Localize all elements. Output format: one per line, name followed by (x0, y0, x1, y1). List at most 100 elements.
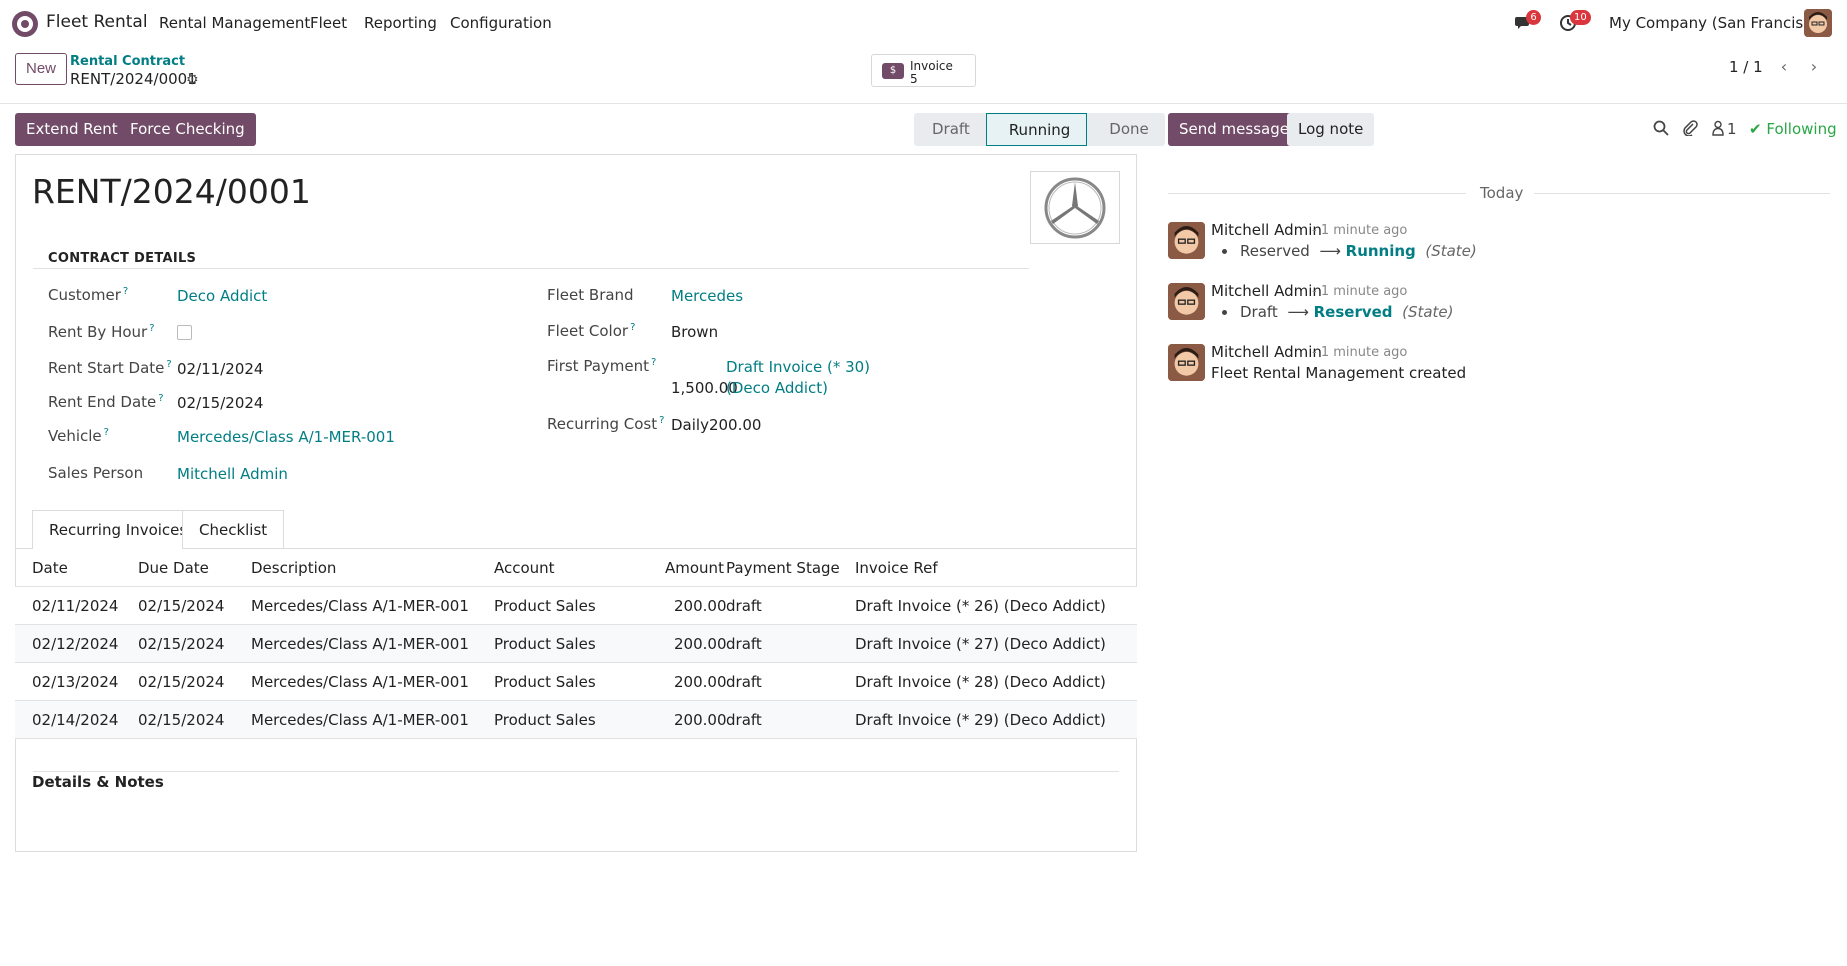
today-divider-left (1168, 193, 1466, 194)
invoice-smart-button[interactable]: $ Invoice 5 (871, 54, 976, 87)
message-time: - 1 minute ago (1312, 223, 1408, 238)
cell-due-date: 02/15/2024 (138, 711, 225, 729)
menu-fleet[interactable]: Fleet (310, 14, 347, 32)
recurring-cost-value[interactable]: Daily200.00 (671, 416, 761, 434)
fleet-rental-logo-icon[interactable] (12, 11, 38, 37)
vehicle-value[interactable]: Mercedes/Class A/1-MER-001 (177, 428, 395, 446)
recurring-cost-label: Recurring Cost? (547, 415, 665, 433)
message-author[interactable]: Mitchell Admin (1211, 343, 1322, 361)
pager-next-icon[interactable]: › (1800, 54, 1828, 80)
sales-person-value[interactable]: Mitchell Admin (177, 465, 288, 483)
menu-rental-management[interactable]: Rental Management (159, 14, 310, 32)
col-date[interactable]: Date (32, 559, 68, 577)
rent-by-hour-label: Rent By Hour? (48, 323, 155, 341)
cell-amount: 200.00 (674, 597, 727, 615)
gear-icon[interactable]: ⚙ (186, 72, 199, 88)
person-icon[interactable] (1712, 120, 1724, 136)
avatar[interactable] (1168, 283, 1205, 320)
col-due-date[interactable]: Due Date (138, 559, 209, 577)
fleet-color-value[interactable]: Brown (671, 323, 718, 341)
cell-account: Product Sales (494, 597, 596, 615)
log-note-button[interactable]: Log note (1287, 113, 1375, 146)
avatar[interactable] (1168, 222, 1205, 259)
smart-button-count: 5 (910, 72, 918, 86)
customer-label: Customer? (48, 286, 129, 304)
sales-person-label: Sales Person (48, 464, 144, 482)
cell-due-date: 02/15/2024 (138, 635, 225, 653)
col-invoice-ref[interactable]: Invoice Ref (855, 559, 938, 577)
first-payment-partner[interactable]: (Deco Addict) (726, 379, 828, 397)
cell-date: 02/13/2024 (32, 673, 119, 691)
following-button[interactable]: ✔ Following (1749, 120, 1837, 138)
fleet-brand-value[interactable]: Mercedes (671, 287, 743, 305)
message-time: - 1 minute ago (1312, 345, 1408, 360)
customer-value[interactable]: Deco Addict (177, 287, 267, 305)
search-icon[interactable] (1653, 120, 1669, 136)
smart-button-label: Invoice (910, 59, 953, 73)
follower-count[interactable]: 1 (1727, 120, 1737, 138)
first-payment-invoice[interactable]: Draft Invoice (* 30) (726, 358, 870, 376)
cell-date: 02/14/2024 (32, 711, 119, 729)
cell-due-date: 02/15/2024 (138, 673, 225, 691)
rent-by-hour-checkbox[interactable] (177, 325, 192, 340)
message-time: - 1 minute ago (1312, 284, 1408, 299)
pager-prev-icon[interactable]: ‹ (1770, 54, 1798, 80)
stage-running[interactable]: Running (985, 113, 1088, 146)
col-account[interactable]: Account (494, 559, 555, 577)
control-panel: New Rental Contract RENT/2024/0001 ⚙ $ I… (0, 46, 1847, 104)
new-button[interactable]: New (15, 53, 68, 85)
rent-start-value[interactable]: 02/11/2024 (177, 360, 263, 378)
breadcrumb-parent[interactable]: Rental Contract (70, 54, 185, 69)
cell-amount: 200.00 (674, 673, 727, 691)
check-icon: ✔ (1749, 120, 1762, 138)
details-notes-title: Details & Notes (32, 773, 164, 791)
table-bottom-border (15, 738, 1137, 739)
rent-end-value[interactable]: 02/15/2024 (177, 394, 263, 412)
force-checking-button[interactable]: Force Checking (119, 113, 256, 146)
cell-description: Mercedes/Class A/1-MER-001 (251, 597, 469, 615)
app-name[interactable]: Fleet Rental (46, 12, 148, 32)
message-author[interactable]: Mitchell Admin (1211, 221, 1322, 239)
table-row[interactable]: 02/13/2024 02/15/2024 Mercedes/Class A/1… (15, 662, 1137, 700)
activities-badge: 10 (1570, 10, 1591, 25)
table-row[interactable]: 02/14/2024 02/15/2024 Mercedes/Class A/1… (15, 700, 1137, 738)
menu-reporting[interactable]: Reporting (364, 14, 437, 32)
user-avatar[interactable] (1804, 9, 1832, 37)
paperclip-icon[interactable] (1682, 120, 1698, 136)
today-separator: Today (1480, 184, 1524, 202)
cell-account: Product Sales (494, 711, 596, 729)
stage-done[interactable]: Done (1087, 113, 1165, 146)
company-switcher[interactable]: My Company (San Francisco) (1609, 14, 1826, 32)
stage-draft[interactable]: Draft (914, 113, 986, 146)
col-amount[interactable]: Amount (665, 559, 724, 577)
col-payment-stage[interactable]: Payment Stage (726, 559, 840, 577)
record-title: RENT/2024/0001 (32, 172, 311, 211)
tab-recurring-invoices[interactable]: Recurring Invoices (32, 510, 205, 549)
cell-payment-stage: draft (726, 711, 762, 729)
brand-image[interactable] (1030, 171, 1120, 244)
cell-due-date: 02/15/2024 (138, 597, 225, 615)
mercedes-star-icon (1044, 177, 1106, 239)
cell-description: Mercedes/Class A/1-MER-001 (251, 673, 469, 691)
cell-date: 02/12/2024 (32, 635, 119, 653)
extend-rent-button[interactable]: Extend Rent (15, 113, 129, 146)
tab-checklist[interactable]: Checklist (182, 510, 285, 549)
today-divider-right (1534, 193, 1830, 194)
group-divider (33, 268, 1029, 269)
avatar[interactable] (1168, 344, 1205, 381)
col-description[interactable]: Description (251, 559, 336, 577)
menu-configuration[interactable]: Configuration (450, 14, 552, 32)
table-row[interactable]: 02/12/2024 02/15/2024 Mercedes/Class A/1… (15, 624, 1137, 662)
bullet-icon (1222, 249, 1227, 254)
tracking-line: Draft ⟶ Reserved (State) (1240, 303, 1454, 321)
rent-start-label: Rent Start Date? (48, 359, 172, 377)
group-title-contract-details: CONTRACT DETAILS (48, 251, 197, 266)
cell-description: Mercedes/Class A/1-MER-001 (251, 635, 469, 653)
status-bar: Draft Running Done (914, 113, 1165, 146)
message-body: Fleet Rental Management created (1211, 364, 1467, 382)
table-row[interactable]: 02/11/2024 02/15/2024 Mercedes/Class A/1… (15, 586, 1137, 624)
invoice-icon: $ (882, 63, 904, 79)
send-message-button[interactable]: Send message (1168, 113, 1300, 146)
pager-value[interactable]: 1 / 1 (1729, 58, 1763, 76)
message-author[interactable]: Mitchell Admin (1211, 282, 1322, 300)
